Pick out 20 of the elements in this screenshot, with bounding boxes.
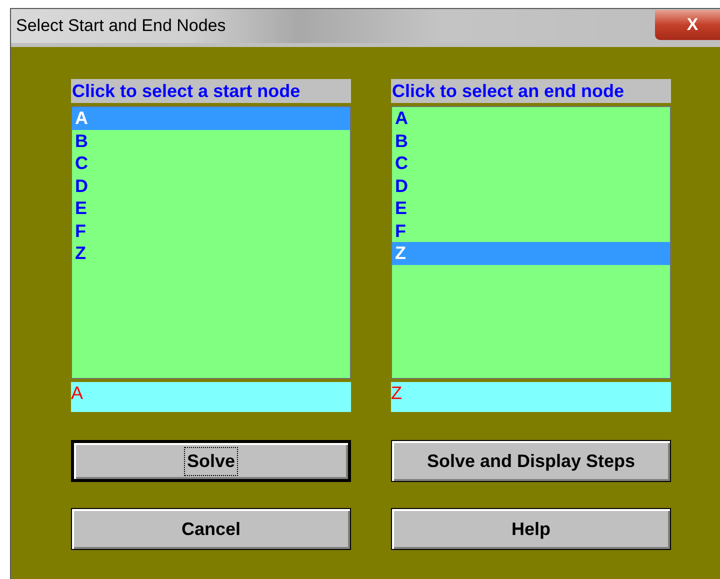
window-title: Select Start and End Nodes xyxy=(15,15,226,38)
list-item[interactable]: E xyxy=(72,197,350,220)
list-item[interactable]: A xyxy=(392,107,670,130)
list-item[interactable]: F xyxy=(72,220,350,242)
list-item[interactable]: E xyxy=(392,197,670,220)
dialog-button[interactable]: Solve and Display Steps xyxy=(391,440,671,482)
dialog-button[interactable]: Solve xyxy=(71,440,351,482)
dialog-button[interactable]: Help xyxy=(391,508,671,550)
list-header: Click to select an end node xyxy=(391,79,671,103)
list-item[interactable]: D xyxy=(72,174,350,197)
list-item[interactable]: B xyxy=(72,130,350,152)
list-item[interactable]: D xyxy=(392,174,670,197)
list-item[interactable]: C xyxy=(392,152,670,174)
dialog-button[interactable]: Cancel xyxy=(71,508,351,550)
close-button[interactable]: X xyxy=(655,10,720,40)
list-item[interactable]: F xyxy=(392,220,670,242)
list-item[interactable]: Z xyxy=(72,242,350,264)
list-item[interactable]: C xyxy=(72,152,350,174)
list-item[interactable]: B xyxy=(392,130,670,152)
list-header: Click to select a start node xyxy=(71,79,351,103)
